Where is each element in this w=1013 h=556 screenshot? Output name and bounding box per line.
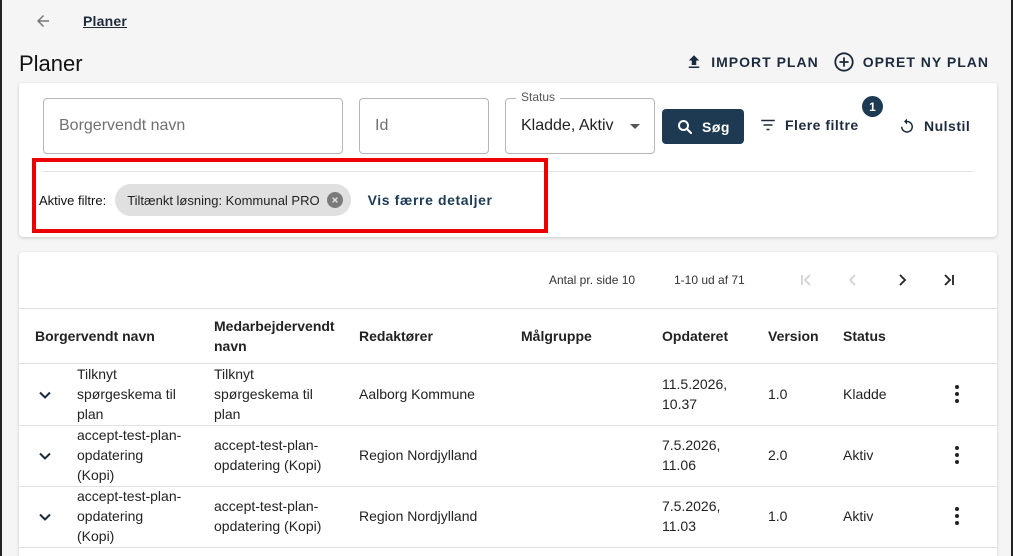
cell-status: Aktiv <box>843 447 874 463</box>
status-select[interactable]: Status Kladde, Aktiv <box>505 90 655 154</box>
first-page-button[interactable] <box>794 268 818 292</box>
highlight-box <box>32 158 548 233</box>
page-title: Planer <box>19 51 83 76</box>
row-menu-button[interactable] <box>947 504 967 528</box>
column-header-editors[interactable]: Redaktører <box>359 326 433 346</box>
expand-row-button[interactable] <box>35 507 55 527</box>
arrow-left-icon <box>37 15 49 27</box>
cell-status: Aktiv <box>843 508 874 524</box>
cell-version: 1.0 <box>768 386 788 402</box>
column-header-citizen-name[interactable]: Borgervendt navn <box>35 326 155 346</box>
chevron-down-icon <box>39 452 51 460</box>
refresh-icon <box>901 118 913 133</box>
breadcrumb-link-planer[interactable]: Planer <box>83 13 127 29</box>
reset-label: Nulstil <box>924 118 971 134</box>
chevron-left-icon <box>848 274 856 286</box>
chevron-down-icon <box>39 391 51 399</box>
column-header-employee-name[interactable]: Medarbejdervendt navn <box>214 316 344 356</box>
citizen-name-input[interactable] <box>59 117 327 135</box>
status-value: Kladde, Aktiv <box>521 117 614 134</box>
column-header-version[interactable]: Version <box>768 326 819 346</box>
row-divider <box>19 547 997 548</box>
page-range-label: 1-10 ud af 71 <box>674 273 745 287</box>
upload-icon <box>688 55 700 68</box>
back-button[interactable] <box>30 8 56 34</box>
status-label: Status <box>516 90 561 104</box>
citizen-name-field[interactable] <box>43 98 343 154</box>
kebab-menu-icon <box>955 446 959 450</box>
cell-editors: Region Nordjylland <box>359 508 478 524</box>
search-icon <box>678 119 693 134</box>
dropdown-caret-icon <box>630 123 640 129</box>
kebab-menu-icon <box>955 507 959 511</box>
previous-page-button[interactable] <box>841 268 865 292</box>
create-plan-label: OPRET NY PLAN <box>862 54 989 70</box>
cell-employee-name: Tilknyt spørgeskema til plan <box>214 366 313 422</box>
cell-citizen-name: Tilknyt spørgeskema til plan <box>77 366 176 422</box>
more-filters-label: Flere filtre <box>785 117 859 133</box>
cell-updated: 11.5.2026, 10.37 <box>662 376 728 412</box>
rows-per-page-label[interactable]: Antal pr. side 10 <box>549 273 635 287</box>
chevron-down-icon <box>39 513 51 521</box>
column-header-target-group[interactable]: Målgruppe <box>521 326 592 346</box>
create-plan-button[interactable]: OPRET NY PLAN <box>833 51 989 73</box>
active-filter-count-badge: 1 <box>862 96 883 117</box>
cell-employee-name: accept-test-plan- opdatering (Kopi) <box>214 498 322 534</box>
last-page-button[interactable] <box>937 268 961 292</box>
plus-circle-icon <box>834 52 854 72</box>
expand-row-button[interactable] <box>35 446 55 466</box>
search-label: Søg <box>702 118 730 135</box>
filter-lines-icon <box>761 119 775 131</box>
column-header-status[interactable]: Status <box>843 326 886 346</box>
id-input[interactable] <box>375 117 473 135</box>
row-menu-button[interactable] <box>947 443 967 467</box>
import-plan-label: IMPORT PLAN <box>711 54 819 70</box>
breadcrumb: Planer <box>30 8 127 34</box>
cell-version: 1.0 <box>768 508 788 524</box>
window-frame-left <box>0 0 2 556</box>
row-menu-button[interactable] <box>947 382 967 406</box>
cell-editors: Region Nordjylland <box>359 447 478 463</box>
cell-editors: Aalborg Kommune <box>359 386 475 402</box>
expand-row-button[interactable] <box>35 385 55 405</box>
cell-citizen-name: accept-test-plan- opdatering (Kopi) <box>77 488 182 544</box>
more-filters-button[interactable]: Flere filtre <box>759 116 859 134</box>
search-button[interactable]: Søg <box>662 109 744 144</box>
id-field[interactable] <box>359 98 489 154</box>
reset-button[interactable]: Nulstil <box>898 117 970 135</box>
next-page-button[interactable] <box>890 268 914 292</box>
cell-status: Kladde <box>843 386 887 402</box>
chevron-right-icon <box>899 274 907 286</box>
column-header-updated[interactable]: Opdateret <box>662 326 728 346</box>
import-plan-button[interactable]: IMPORT PLAN <box>685 53 818 71</box>
first-page-icon <box>801 274 811 286</box>
header-actions: IMPORT PLAN OPRET NY PLAN <box>685 51 989 73</box>
cell-updated: 7.5.2026, 11.06 <box>662 437 721 473</box>
header-divider <box>19 308 997 309</box>
cell-version: 2.0 <box>768 447 788 463</box>
cell-citizen-name: accept-test-plan- opdatering (Kopi) <box>77 427 182 483</box>
cell-employee-name: accept-test-plan- opdatering (Kopi) <box>214 437 322 473</box>
kebab-menu-icon <box>955 385 959 389</box>
last-page-icon <box>944 274 954 286</box>
cell-updated: 7.5.2026, 11.03 <box>662 498 721 534</box>
plans-table: Antal pr. side 10 1-10 ud af 71 Borgerve… <box>19 252 997 556</box>
pagination: Antal pr. side 10 1-10 ud af 71 <box>19 252 997 308</box>
